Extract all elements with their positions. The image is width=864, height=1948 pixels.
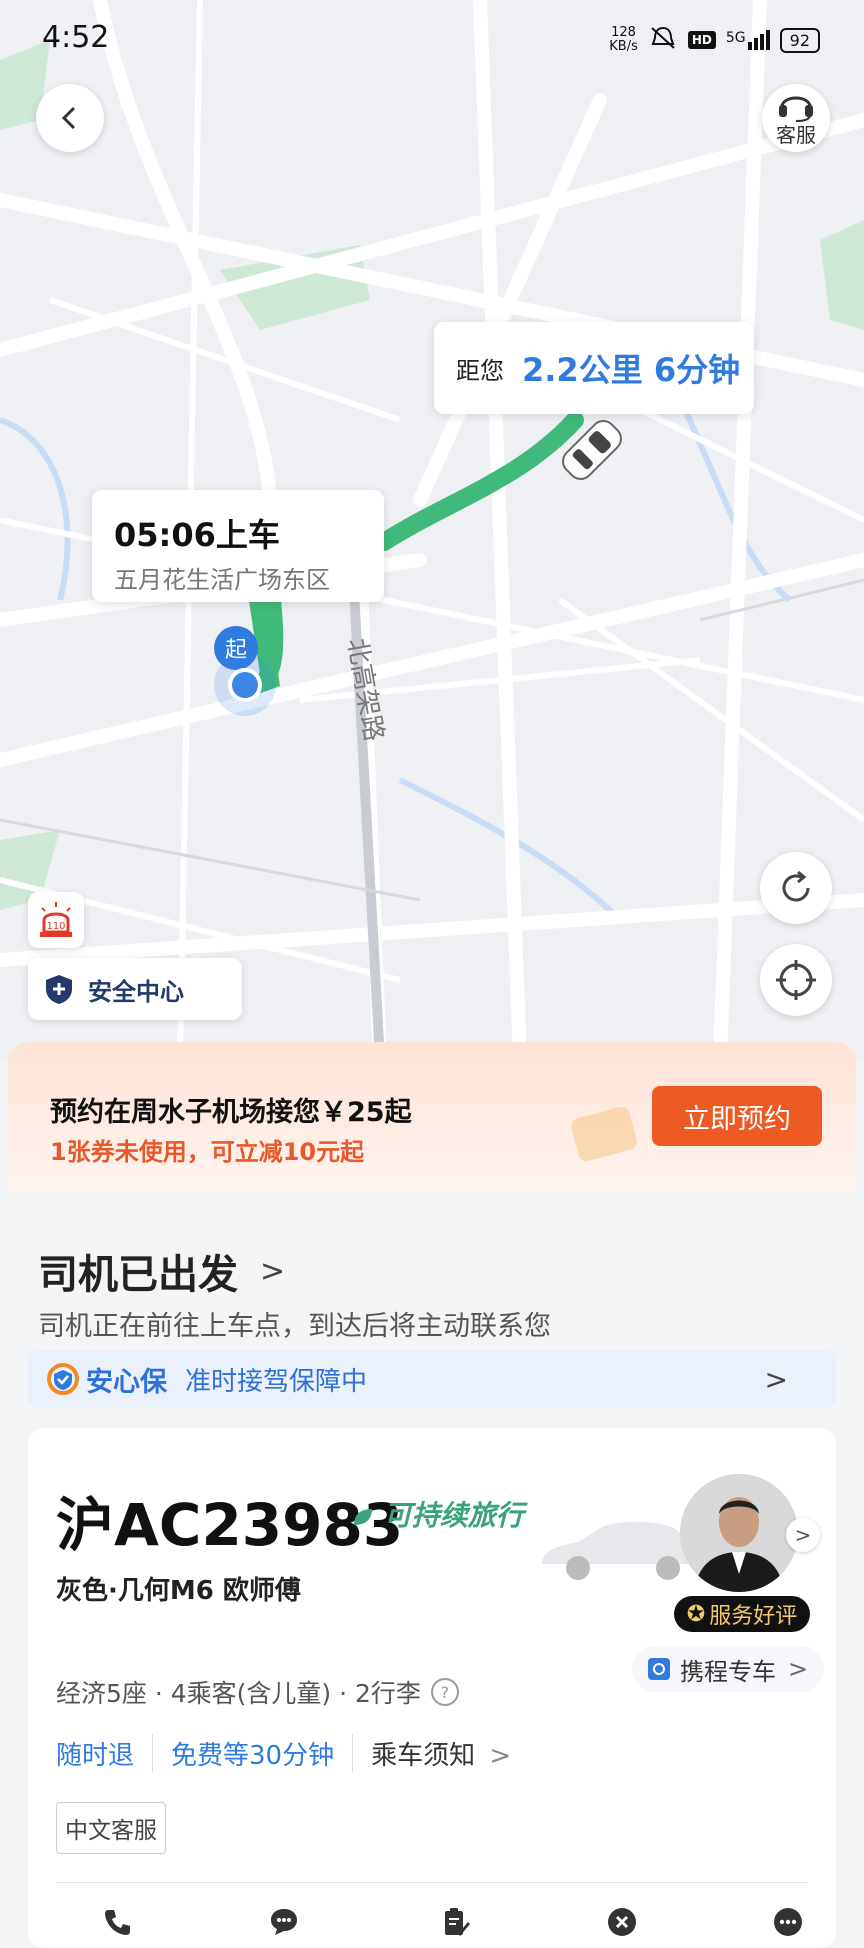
airport-promo-banner[interactable]: 预约在周水子机场接您￥25起 1张券未使用，可立减10元起 立即预约 bbox=[8, 1042, 856, 1194]
clipboard-edit-icon bbox=[445, 1908, 470, 1936]
headset-icon bbox=[779, 96, 813, 122]
insurance-logo-icon bbox=[47, 1363, 79, 1395]
provider-label: 携程专车 bbox=[680, 1657, 776, 1686]
chevron-right-icon: > bbox=[489, 1740, 512, 1771]
award-icon: ✪ bbox=[686, 1601, 706, 1627]
promo-title: 预约在周水子机场接您￥25起 bbox=[50, 1097, 412, 1128]
avatar-chevron-icon[interactable]: > bbox=[786, 1518, 820, 1552]
driver-photo bbox=[680, 1474, 798, 1592]
policy-cancel[interactable]: 随时退 bbox=[56, 1735, 134, 1772]
chevron-left-icon bbox=[61, 106, 76, 130]
distance-bubble: 距您 2.2公里 6分钟 bbox=[434, 322, 754, 414]
edit-order-button[interactable] bbox=[438, 1904, 474, 1940]
trip-status-title: 司机已出发 bbox=[38, 1252, 238, 1298]
more-button[interactable] bbox=[770, 1904, 806, 1940]
net-speed-unit: KB/s bbox=[609, 39, 638, 54]
siren-icon: 110 bbox=[40, 902, 72, 937]
policy-free-wait[interactable]: 免费等30分钟 bbox=[171, 1735, 334, 1772]
status-icons: 128 KB/s HD 5G 92 bbox=[609, 24, 820, 56]
cancel-order-button[interactable] bbox=[604, 1904, 640, 1940]
car-description: 灰色·几何M6 欧师傅 bbox=[56, 1576, 301, 1606]
refresh-icon bbox=[782, 870, 810, 902]
status-time: 4:52 bbox=[42, 20, 110, 55]
back-button[interactable] bbox=[36, 84, 104, 152]
car-specs: 经济5座 · 4乘客(含儿童) · 2行李 ? bbox=[56, 1674, 459, 1710]
chevron-right-icon: > bbox=[764, 1362, 788, 1396]
safety-center-button[interactable]: 安全中心 bbox=[28, 958, 242, 1020]
distance-prefix: 距您 bbox=[456, 356, 504, 385]
chevron-right-icon: > bbox=[260, 1253, 286, 1289]
locate-button[interactable] bbox=[760, 944, 832, 1016]
phone-icon bbox=[105, 1910, 130, 1935]
crosshair-icon bbox=[776, 960, 816, 1000]
ride-notice-label: 乘车须知 bbox=[371, 1740, 476, 1771]
car-image bbox=[542, 1521, 700, 1580]
action-bar bbox=[28, 1898, 836, 1948]
insurance-brand: 安心保 bbox=[86, 1366, 167, 1398]
call-button[interactable] bbox=[100, 1904, 136, 1940]
net-speed-value: 128 bbox=[611, 25, 636, 40]
customer-service-button[interactable]: 客服 bbox=[762, 84, 830, 152]
help-icon[interactable]: ? bbox=[430, 1678, 459, 1706]
divider bbox=[352, 1734, 354, 1772]
net-speed: 128 KB/s bbox=[609, 26, 638, 54]
service-badge-label: 服务好评 bbox=[709, 1604, 798, 1629]
emergency-110-button[interactable]: 110 bbox=[28, 892, 84, 948]
chat-icon bbox=[271, 1909, 297, 1935]
signal-icon: 5G bbox=[726, 30, 770, 50]
card-divider bbox=[56, 1882, 808, 1883]
leaf-icon bbox=[354, 1509, 372, 1525]
hd-icon: HD bbox=[687, 31, 716, 49]
close-circle-icon bbox=[608, 1908, 636, 1936]
promo-coupon: 1张券未使用，可立减10元起 bbox=[50, 1138, 365, 1166]
chevron-right-icon: > bbox=[788, 1655, 809, 1683]
book-now-button[interactable]: 立即预约 bbox=[652, 1086, 822, 1146]
eco-tag: 可持续旅行 bbox=[350, 1494, 524, 1534]
service-badge: ✪ 服务好评 bbox=[674, 1596, 810, 1632]
car-specs-text: 经济5座 · 4乘客(含儿童) · 2行李 bbox=[56, 1679, 421, 1708]
eco-tag-label: 可持续旅行 bbox=[383, 1499, 524, 1532]
trip-status[interactable]: 司机已出发 > bbox=[38, 1242, 285, 1300]
my-location-dot bbox=[228, 668, 262, 702]
safety-center-label: 安全中心 bbox=[88, 977, 184, 1006]
network-type: 5G bbox=[725, 30, 746, 46]
provider-link[interactable]: 携程专车 > bbox=[632, 1646, 825, 1692]
policy-row: 随时退 免费等30分钟 乘车须知 > bbox=[56, 1734, 511, 1772]
chat-button[interactable] bbox=[266, 1904, 302, 1940]
driver-card: 沪AC23983 可持续旅行 灰色·几何M6 欧师傅 > ✪ 服务好评 携程专车… bbox=[28, 1428, 836, 1948]
status-bar: 4:52 128 KB/s HD 5G 92 bbox=[0, 0, 864, 80]
pickup-pin: 起 bbox=[214, 626, 258, 670]
ctrip-logo-icon bbox=[648, 1658, 670, 1680]
driver-avatar[interactable] bbox=[680, 1474, 798, 1592]
coupon-icon bbox=[571, 1106, 637, 1162]
alarm-label: 110 bbox=[46, 921, 65, 932]
trip-sheet: 司机已出发 > 司机正在前往上车点，到达后将主动联系您 安心保 准时接驾保障中 … bbox=[0, 1194, 864, 1948]
battery-icon: 92 bbox=[779, 27, 820, 53]
pickup-time: 05:06上车 bbox=[114, 516, 280, 554]
shield-icon bbox=[46, 975, 72, 1004]
divider bbox=[152, 1734, 154, 1772]
more-icon bbox=[774, 1908, 802, 1936]
ride-notice-link[interactable]: 乘车须知 > bbox=[371, 1735, 511, 1772]
service-label: 客服 bbox=[776, 122, 816, 147]
refresh-button[interactable] bbox=[760, 852, 832, 924]
language-tag: 中文客服 bbox=[56, 1802, 166, 1854]
distance-value: 2.2公里 6分钟 bbox=[522, 351, 741, 389]
pickup-place: 五月花生活广场东区 bbox=[114, 566, 330, 594]
insurance-text: 准时接驾保障中 bbox=[185, 1366, 368, 1397]
insurance-banner[interactable]: 安心保 准时接驾保障中 > bbox=[28, 1350, 836, 1408]
mute-icon bbox=[648, 24, 678, 56]
pickup-bubble[interactable]: 05:06上车 五月花生活广场东区 bbox=[92, 490, 384, 602]
trip-status-subtitle: 司机正在前往上车点，到达后将主动联系您 bbox=[38, 1311, 551, 1342]
